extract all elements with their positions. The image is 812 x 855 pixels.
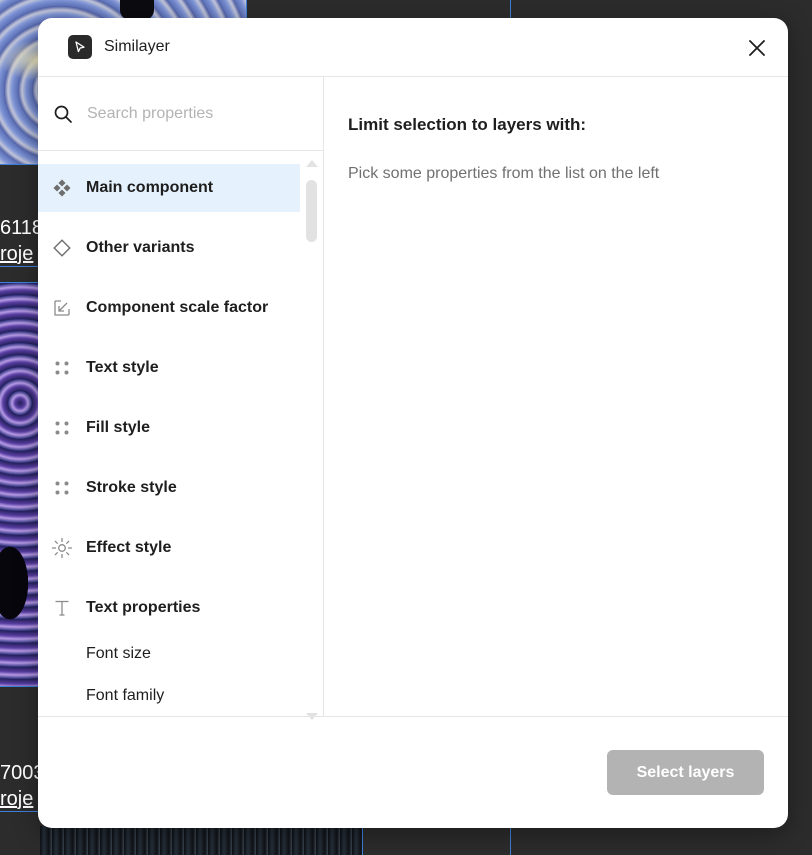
property-label: Main component (86, 179, 214, 196)
canvas-layer-link: roje (0, 788, 34, 810)
canvas-artwork (0, 283, 40, 686)
canvas-guide-horizontal (0, 266, 38, 267)
app-title: Similayer (104, 38, 170, 55)
select-layers-button[interactable]: Select layers (607, 750, 764, 795)
list-scrollbar[interactable] (305, 160, 319, 720)
cursor-arrow-icon (68, 35, 92, 59)
criteria-empty-hint: Pick some properties from the list on th… (348, 165, 660, 182)
property-label: Other variants (86, 239, 195, 256)
subproperty-font-size[interactable]: Font size (86, 639, 151, 669)
property-other-variants[interactable]: Other variants (38, 224, 300, 272)
properties-panel: Main component Other variants (38, 77, 324, 720)
diamond-icon (38, 224, 86, 272)
property-component-scale-factor[interactable]: Component scale factor (38, 284, 300, 332)
sun-icon (38, 524, 86, 572)
artwork-silhouette (120, 0, 154, 20)
subproperty-font-family[interactable]: Font family (86, 681, 164, 711)
properties-list: Main component Other variants Component … (38, 152, 324, 716)
canvas-guide-horizontal (0, 811, 38, 812)
canvas-guide-horizontal (0, 282, 38, 283)
canvas-guide-vertical (362, 828, 363, 855)
dialog-footer: Select layers (38, 716, 788, 828)
canvas-guide-vertical (246, 0, 247, 18)
close-button[interactable] (742, 33, 772, 63)
property-label: Effect style (86, 539, 172, 556)
scroll-up-arrow[interactable] (306, 160, 318, 167)
selection-criteria-panel: Limit selection to layers with: Pick som… (324, 77, 788, 716)
style-dots-icon (38, 464, 86, 512)
dialog-body: Main component Other variants (38, 77, 788, 720)
property-label: Text style (86, 359, 159, 376)
canvas-layer-label: 6118 (0, 217, 40, 239)
component-icon (38, 164, 86, 212)
text-icon (38, 584, 86, 632)
property-effect-style[interactable]: Effect style (38, 524, 300, 572)
search-icon (54, 105, 72, 123)
search-input[interactable] (87, 104, 287, 123)
style-dots-icon (38, 404, 86, 452)
dialog-header: Similayer (38, 18, 788, 77)
style-dots-icon (38, 344, 86, 392)
property-stroke-style[interactable]: Stroke style (38, 464, 300, 512)
canvas-guide-horizontal (0, 164, 38, 165)
plugin-dialog: Similayer Search properties Main compone… (38, 18, 788, 828)
property-label: Stroke style (86, 479, 177, 496)
close-icon (749, 40, 765, 56)
canvas-guide-horizontal (0, 686, 38, 687)
search-bar (38, 77, 323, 151)
canvas-guide-vertical (510, 0, 511, 18)
scale-icon (38, 284, 86, 332)
property-label: Text properties (86, 599, 201, 616)
criteria-heading: Limit selection to layers with: (348, 115, 587, 134)
canvas-layer-label: 7003 (0, 762, 40, 784)
property-label: Fill style (86, 419, 151, 436)
property-text-style[interactable]: Text style (38, 344, 300, 392)
property-text-properties[interactable]: Text properties (38, 584, 300, 632)
canvas-guide-vertical (510, 828, 511, 855)
property-label: Component scale factor (86, 299, 269, 316)
canvas-layer-link: roje (0, 243, 34, 265)
canvas-artwork (40, 826, 362, 855)
scroll-thumb[interactable] (306, 180, 317, 242)
property-main-component[interactable]: Main component (38, 164, 300, 212)
property-fill-style[interactable]: Fill style (38, 404, 300, 452)
